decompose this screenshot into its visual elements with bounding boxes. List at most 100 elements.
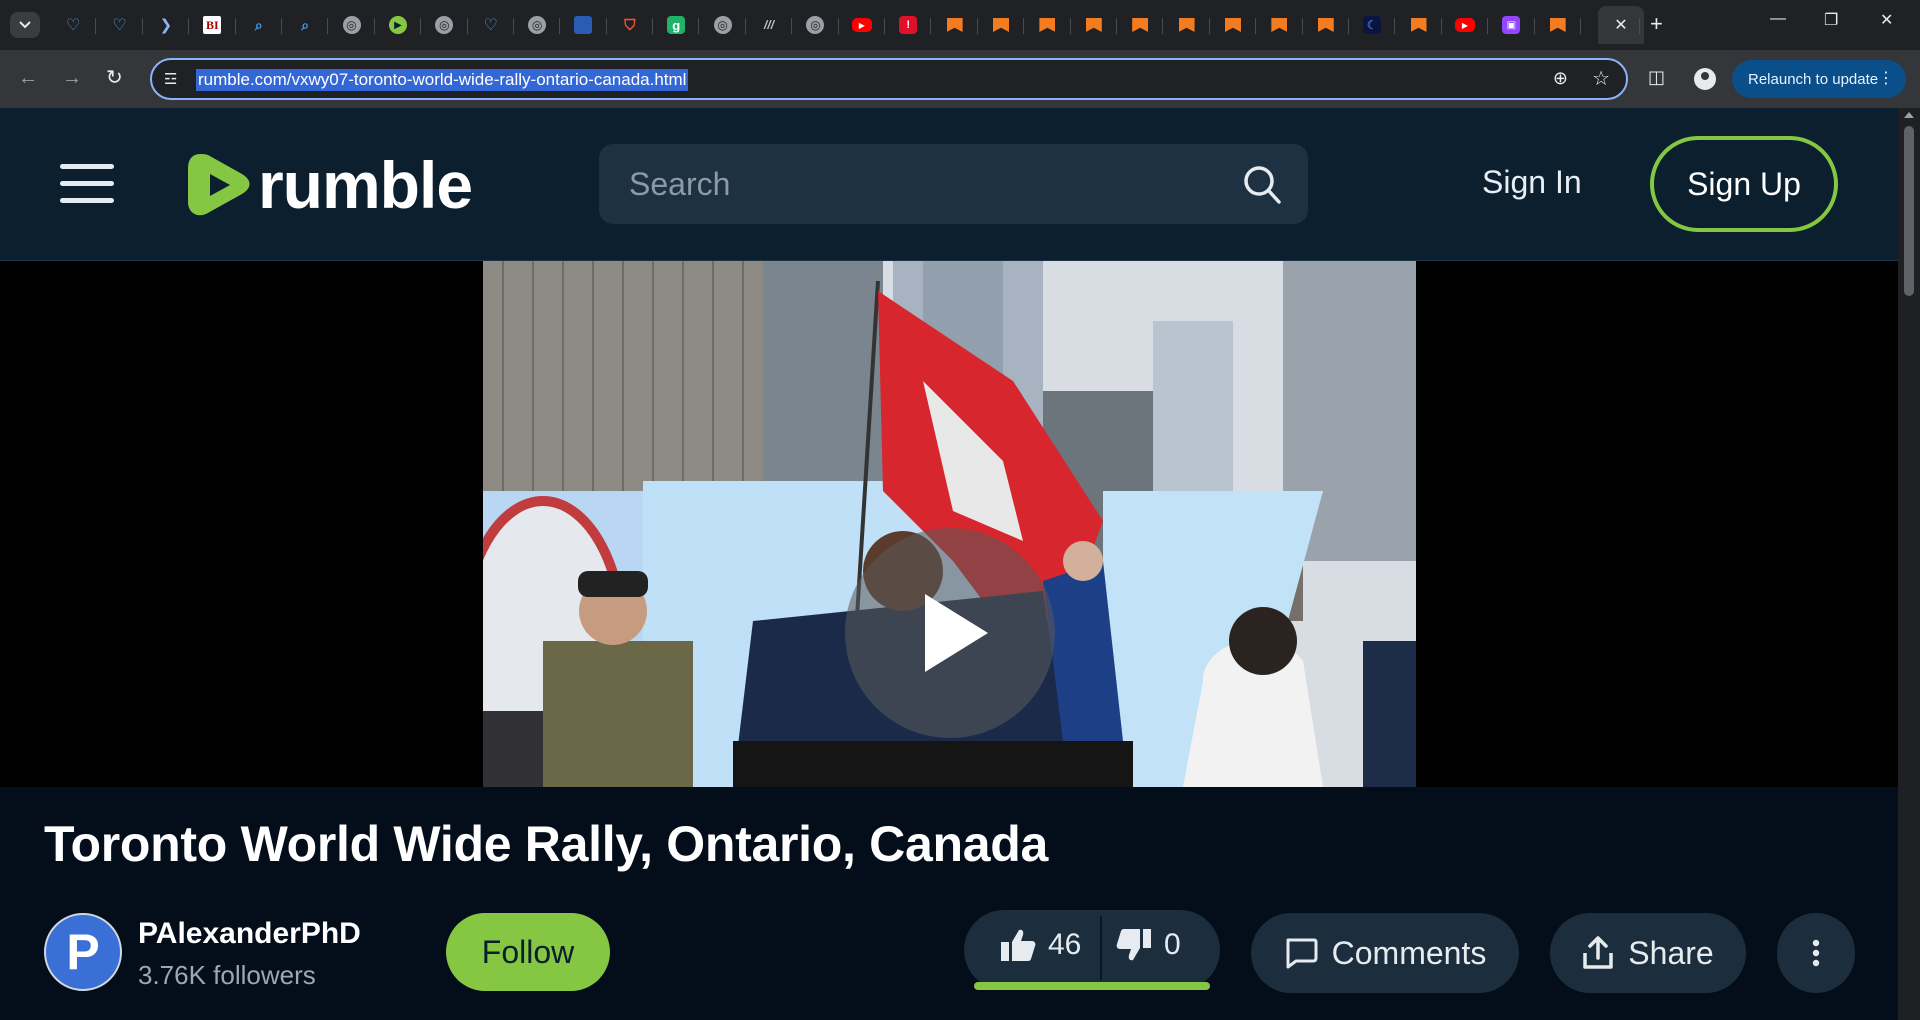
thumbs-down-icon: [1116, 929, 1151, 961]
browser-tab[interactable]: ◎: [328, 6, 376, 44]
twitch-favicon: ▣: [1502, 16, 1521, 34]
browser-tab[interactable]: ▶: [375, 6, 422, 44]
rumble-logo[interactable]: rumble: [186, 150, 473, 220]
browser-tab[interactable]: [1024, 6, 1071, 44]
browser-tab[interactable]: [1535, 6, 1582, 44]
channel-name[interactable]: PAlexanderPhD: [138, 917, 361, 951]
search-box[interactable]: [599, 144, 1308, 224]
url-text[interactable]: rumble.com/vxwy07-toronto-world-wide-ral…: [196, 69, 689, 91]
comments-button[interactable]: Comments: [1251, 913, 1519, 993]
browser-tab[interactable]: ◎: [421, 6, 468, 44]
video-title: Toronto World Wide Rally, Ontario, Canad…: [44, 816, 1048, 872]
minimize-button[interactable]: —: [1770, 10, 1786, 28]
globe-favicon: ◎: [806, 16, 825, 34]
browser-tab[interactable]: ⌕: [282, 6, 329, 44]
share-label: Share: [1628, 934, 1714, 971]
browser-tab[interactable]: ♡: [468, 6, 515, 44]
sign-up-button[interactable]: Sign Up: [1650, 136, 1838, 232]
side-panel-icon[interactable]: ◫: [1648, 67, 1665, 88]
browser-tab[interactable]: ◎: [792, 6, 840, 44]
browser-tab[interactable]: [978, 6, 1025, 44]
scroll-up-arrow-icon[interactable]: [1904, 112, 1914, 118]
browser-tab[interactable]: g: [653, 6, 700, 44]
video-player[interactable]: [0, 261, 1898, 787]
follow-button[interactable]: Follow: [446, 913, 610, 991]
back-button[interactable]: ←: [18, 67, 38, 89]
forward-button[interactable]: →: [62, 67, 82, 89]
browser-tab[interactable]: ▣: [1488, 6, 1535, 44]
bookmark-favicon: [992, 16, 1010, 34]
tab-search-button[interactable]: [10, 12, 40, 38]
site-header: rumble Sign In Sign Up: [0, 108, 1898, 261]
share-icon: [1583, 936, 1614, 969]
dislike-button[interactable]: 0: [1102, 928, 1181, 962]
youtube-favicon: ▶: [1454, 18, 1475, 32]
browser-tab[interactable]: [1163, 6, 1211, 44]
chevron-down-icon: [19, 21, 31, 29]
browser-tab[interactable]: [1117, 6, 1164, 44]
browser-tab[interactable]: [1303, 6, 1350, 44]
search-favicon: ⌕: [301, 16, 310, 33]
restore-button[interactable]: ❐: [1824, 10, 1838, 30]
search-favicon: ⌕: [254, 16, 263, 33]
bookmark-favicon: [1178, 16, 1196, 34]
browser-tab[interactable]: ◎: [699, 6, 747, 44]
search-input[interactable]: [629, 164, 1189, 204]
browser-tab[interactable]: ♡: [50, 6, 97, 44]
scrollbar-thumb[interactable]: [1904, 126, 1914, 296]
rumble-favicon: ▶: [388, 16, 407, 34]
browser-tab[interactable]: [931, 6, 979, 44]
relaunch-button[interactable]: Relaunch to update ⋮: [1732, 60, 1906, 98]
browser-tab[interactable]: ⌕: [236, 6, 283, 44]
browser-tab[interactable]: ☾: [1349, 6, 1396, 44]
bookmark-favicon: [1270, 16, 1288, 34]
new-tab-button[interactable]: +: [1650, 12, 1663, 36]
globe-favicon: ◎: [435, 16, 454, 34]
browser-tab[interactable]: ▶: [839, 6, 886, 44]
bookmark-favicon: [1038, 16, 1056, 34]
share-button[interactable]: Share: [1550, 913, 1746, 993]
bookmark-favicon: [1085, 16, 1103, 34]
channel-avatar[interactable]: P: [44, 913, 122, 991]
browser-tab[interactable]: !: [885, 6, 932, 44]
site-info-icon[interactable]: ☲: [164, 70, 177, 88]
browser-tab[interactable]: ▶: [1442, 6, 1489, 44]
close-tab-icon[interactable]: ✕: [1614, 15, 1627, 35]
shield-favicon: ♡: [66, 17, 81, 34]
window-close-button[interactable]: ✕: [1880, 10, 1893, 30]
menu-icon[interactable]: [60, 164, 114, 204]
sign-in-link[interactable]: Sign In: [1482, 164, 1582, 201]
browser-tab[interactable]: [1256, 6, 1303, 44]
browser-tab[interactable]: [560, 6, 608, 44]
address-bar[interactable]: ☲ rumble.com/vxwy07-toronto-world-wide-r…: [150, 58, 1628, 100]
kebab-menu-icon[interactable]: ⋮: [1878, 68, 1894, 88]
bookmark-star-icon[interactable]: ☆: [1592, 66, 1610, 91]
reload-button[interactable]: ↻: [106, 67, 123, 89]
browser-tab[interactable]: ⛉: [607, 6, 654, 44]
bookmark-favicon: [1549, 16, 1567, 34]
kebab-menu-icon: [1812, 939, 1820, 967]
like-button[interactable]: 46: [1000, 928, 1081, 962]
thumbs-up-icon: [1001, 929, 1036, 961]
browser-tab[interactable]: BI: [189, 6, 236, 44]
browser-tab[interactable]: [1395, 6, 1443, 44]
browser-tab[interactable]: ///: [746, 6, 793, 44]
browser-tab[interactable]: [1071, 6, 1118, 44]
scrollbar[interactable]: [1898, 108, 1920, 1020]
browser-tab[interactable]: ❯: [143, 6, 190, 44]
globe-favicon: ◎: [528, 16, 547, 34]
profile-icon[interactable]: [1694, 68, 1716, 90]
search-icon[interactable]: [1242, 164, 1282, 206]
play-button[interactable]: [845, 528, 1055, 738]
comment-icon: [1286, 938, 1318, 969]
browser-tab[interactable]: [1210, 6, 1257, 44]
comments-label: Comments: [1331, 934, 1487, 971]
video-info: Toronto World Wide Rally, Ontario, Canad…: [0, 787, 1898, 1020]
browser-tab[interactable]: ♡: [96, 6, 144, 44]
like-ratio-bar: [974, 982, 1210, 990]
shield-favicon: ♡: [483, 17, 498, 34]
browser-tab[interactable]: ◎: [514, 6, 561, 44]
zoom-icon[interactable]: ⊕: [1553, 68, 1568, 89]
more-options-button[interactable]: [1777, 913, 1855, 993]
active-tab[interactable]: ✕: [1598, 6, 1644, 44]
